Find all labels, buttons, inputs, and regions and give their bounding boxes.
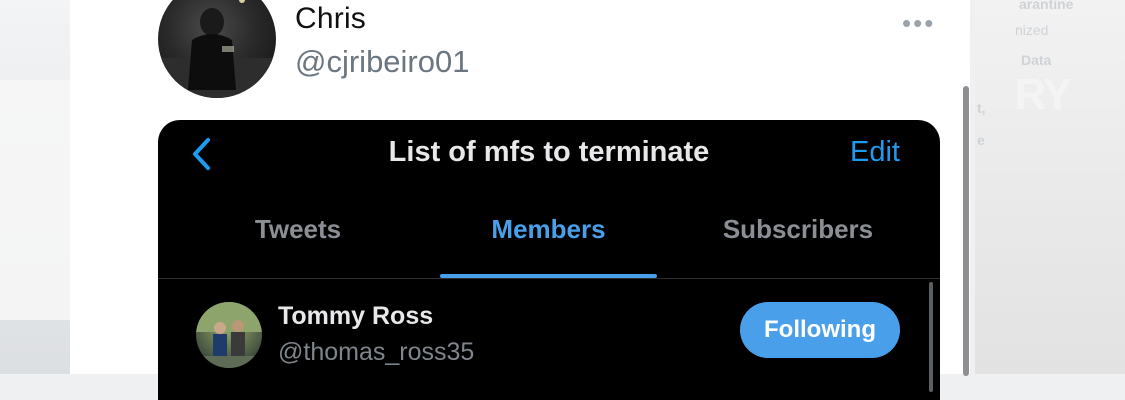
background-text: RY	[1014, 70, 1072, 119]
edit-button[interactable]: Edit	[850, 136, 900, 169]
author-avatar[interactable]	[158, 0, 276, 98]
background-text: t,	[977, 100, 986, 116]
background-right: arantine nized Data RY t, e	[975, 0, 1125, 374]
list-item[interactable]: Tommy Ross @thomas_ross35 Following	[158, 298, 940, 398]
background-text: arantine	[1019, 0, 1074, 12]
background-text: e	[977, 132, 985, 148]
avatar-photo	[158, 0, 276, 98]
tab-subscribers[interactable]: Subscribers	[698, 214, 898, 245]
more-horizontal-icon[interactable]: •••	[902, 8, 935, 39]
divider	[158, 278, 940, 279]
background-text: Data	[1021, 52, 1052, 68]
member-avatar-photo	[196, 302, 262, 368]
tab-tweets[interactable]: Tweets	[198, 214, 398, 245]
list-title: List of mfs to terminate	[388, 136, 710, 168]
background-text: nized	[1015, 22, 1049, 38]
member-avatar[interactable]	[196, 302, 262, 368]
tweet-card: Chris @cjribeiro01 ••• List of mfs to te…	[70, 0, 970, 400]
member-handle[interactable]: @thomas_ross35	[278, 338, 474, 367]
list-tabs: Tweets Members Subscribers	[158, 214, 940, 276]
author-name[interactable]: Chris	[295, 2, 366, 36]
author-handle[interactable]: @cjribeiro01	[295, 44, 469, 80]
following-button[interactable]: Following	[740, 302, 900, 358]
embedded-screenshot: List of mfs to terminate Edit Tweets Mem…	[158, 120, 940, 400]
member-name[interactable]: Tommy Ross	[278, 302, 433, 331]
tab-members[interactable]: Members	[440, 214, 657, 245]
page-scrollbar[interactable]	[963, 86, 969, 376]
